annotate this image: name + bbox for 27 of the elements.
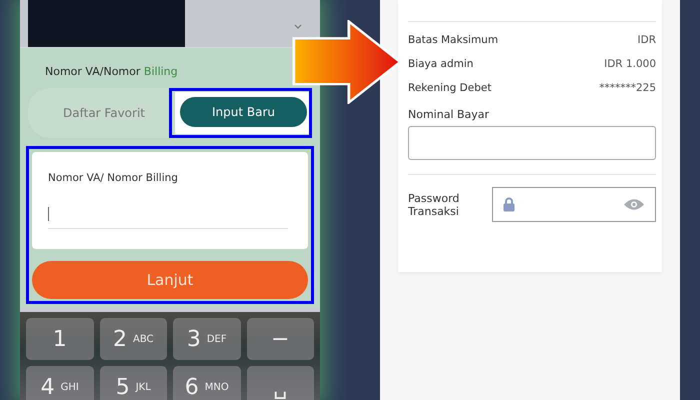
- keypad-key[interactable]: 2 ABC: [100, 318, 167, 360]
- keypad-key[interactable]: 1: [26, 318, 94, 360]
- lock-icon: [503, 197, 515, 212]
- keypad-key[interactable]: 6 MNO: [173, 366, 240, 400]
- keypad-key[interactable]: 4 GHI: [26, 366, 94, 400]
- section-title: Nomor VA/Nomor Billing: [45, 65, 179, 78]
- detail-label: Batas Maksimum: [408, 34, 498, 46]
- detail-label: Biaya admin: [408, 58, 474, 70]
- keypad-key[interactable]: 5 JKL: [100, 366, 167, 400]
- field-label: Nomor VA/ Nomor Billing: [48, 172, 179, 184]
- text-cursor: [48, 207, 49, 221]
- detail-label: Rekening Debet: [408, 82, 492, 94]
- eye-icon[interactable]: [623, 198, 645, 211]
- chevron-down-icon[interactable]: [294, 24, 302, 29]
- password-field[interactable]: [492, 187, 656, 222]
- tab[interactable]: Daftar Favorit: [47, 97, 161, 129]
- detail-value: *******225: [599, 82, 656, 94]
- field-label: Password Transaksi: [408, 192, 460, 218]
- detail-value: IDR 1.000: [604, 58, 656, 70]
- amount-field[interactable]: [408, 126, 656, 160]
- field-label: Nominal Bayar: [408, 108, 490, 121]
- keypad-key[interactable]: 3 DEF: [173, 318, 240, 360]
- tab[interactable]: Input Baru: [180, 97, 307, 127]
- keypad-key[interactable]: ␣: [246, 366, 314, 400]
- detail-value: IDR: [638, 34, 656, 46]
- keypad-key[interactable]: −: [246, 318, 314, 360]
- continue-button[interactable]: Lanjut: [32, 261, 308, 299]
